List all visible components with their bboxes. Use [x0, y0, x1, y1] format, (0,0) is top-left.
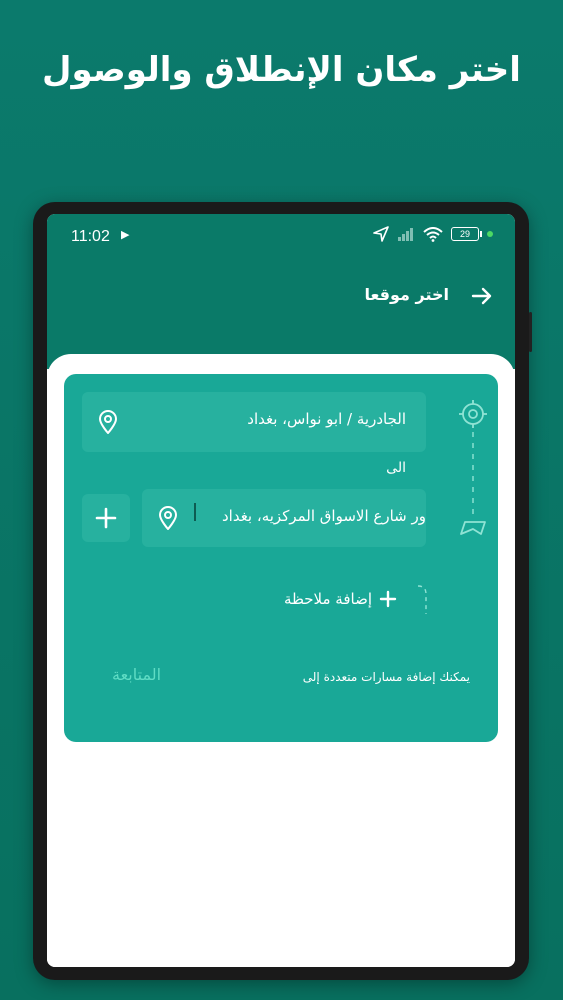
promo-title: اختر مكان الإنطلاق والوصول [42, 50, 521, 90]
plus-icon [95, 507, 117, 529]
route-card: الجادرية / ابو نواس، بغداد الى ور شارع ا… [64, 374, 498, 742]
arrow-right-icon[interactable] [471, 285, 493, 307]
toolbar: اختر موقعا [47, 276, 515, 316]
crosshair-icon [459, 400, 487, 428]
navigation-icon [460, 521, 486, 535]
wifi-icon [423, 226, 443, 242]
signal-icon [398, 228, 413, 241]
side-button [529, 312, 532, 352]
tablet-frame: 11:02 ▶ 29 اختر موقعا الجادرية / ابو نوا… [33, 202, 532, 980]
continue-button[interactable]: المتابعة [112, 665, 161, 684]
to-label: الى [386, 460, 406, 476]
app-header: 11:02 ▶ 29 اختر موقعا [47, 214, 515, 369]
route-timeline [456, 398, 490, 542]
indicator-dot [487, 231, 493, 237]
destination-field[interactable]: ور شارع الاسواق المركزيه، بغداد [142, 489, 426, 547]
location-arrow-icon [373, 226, 389, 242]
location-pin-icon [98, 410, 118, 434]
toolbar-title: اختر موقعا [364, 285, 449, 304]
status-icons: 29 [373, 226, 493, 242]
origin-value: الجادرية / ابو نواس، بغداد [247, 410, 406, 428]
multi-route-hint: يمكنك إضافة مسارات متعددة إلى [302, 670, 470, 684]
status-time: 11:02 [71, 228, 110, 245]
note-connector [417, 585, 427, 614]
play-icon: ▶ [121, 228, 130, 241]
plus-icon [379, 590, 397, 608]
origin-field[interactable]: الجادرية / ابو نواس، بغداد [82, 392, 426, 452]
add-note-button[interactable]: إضافة ملاحظة [284, 589, 398, 609]
destination-value: ور شارع الاسواق المركزيه، بغداد [221, 507, 426, 525]
add-stop-button[interactable] [82, 494, 130, 542]
add-note-label: إضافة ملاحظة [283, 590, 372, 608]
location-pin-icon [158, 506, 178, 530]
status-bar: 11:02 ▶ 29 [47, 214, 515, 260]
text-cursor [194, 503, 196, 521]
app-screen: 11:02 ▶ 29 اختر موقعا الجادرية / ابو نوا… [47, 214, 515, 967]
battery-icon: 29 [451, 227, 482, 241]
